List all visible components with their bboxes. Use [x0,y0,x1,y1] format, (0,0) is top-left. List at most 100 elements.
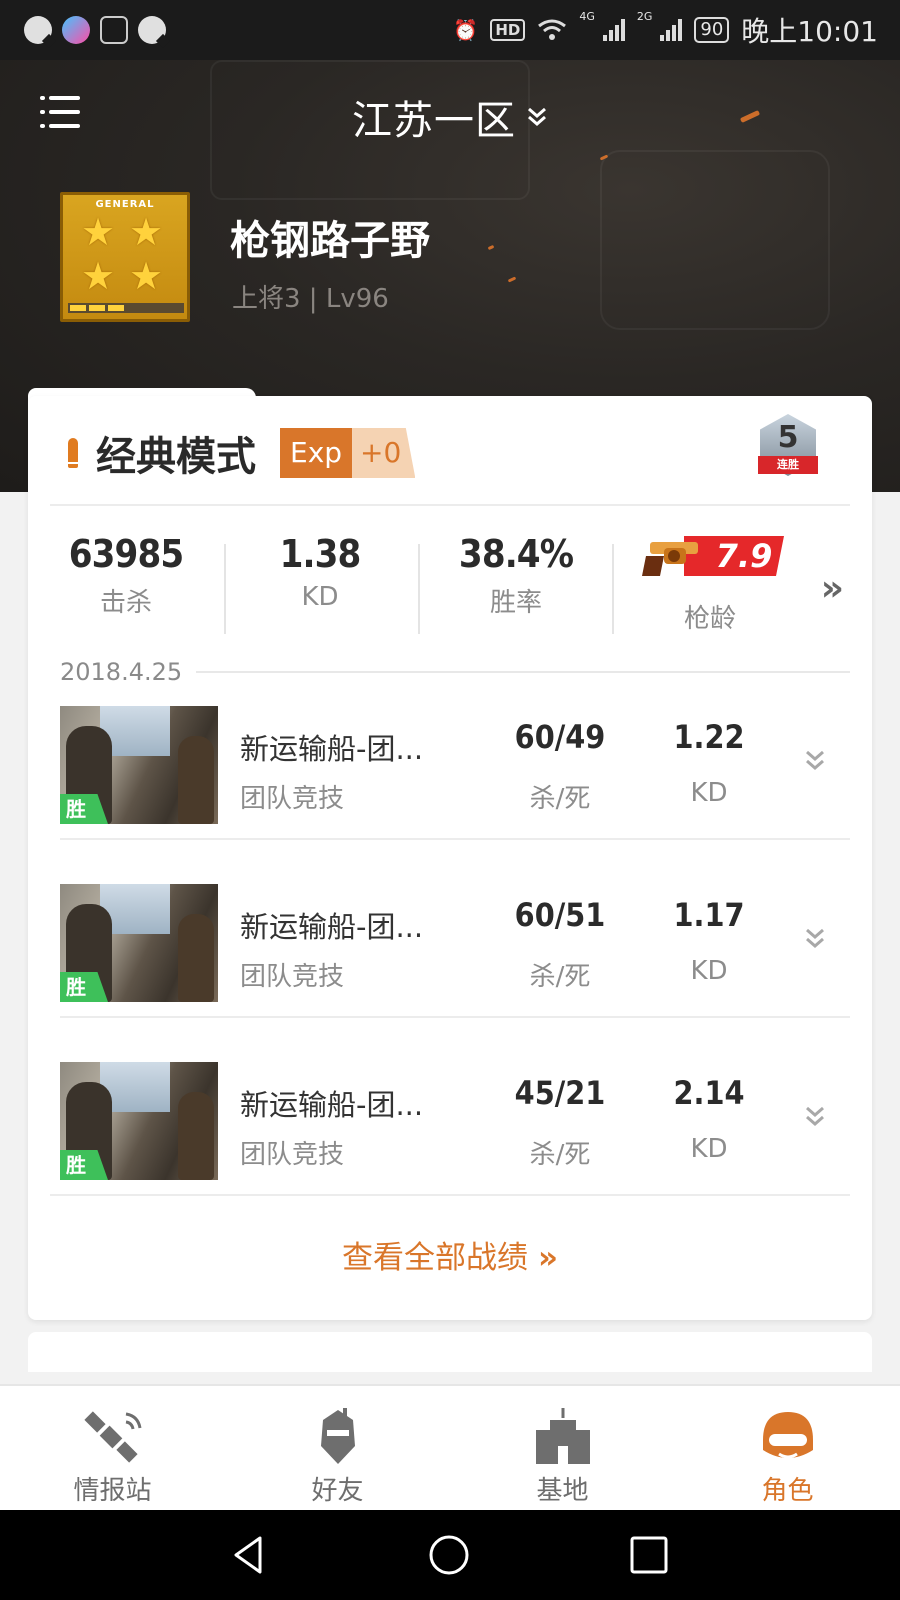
tiktok-app-icon [100,16,128,44]
helmet-icon [763,1412,813,1459]
spark-decoration [507,276,517,283]
rank-badge[interactable]: GENERAL ★ ★ ★ ★ [60,192,190,322]
nav-item-base[interactable]: 基地 [450,1386,675,1510]
background-decoration [600,150,830,330]
castle-icon [536,1408,590,1464]
match-mode: 团队竞技 [240,1140,345,1170]
wifi-icon [537,18,567,42]
stat-value: 1.38 [279,532,362,576]
date-separator: 2018.4.25 [60,658,850,686]
nav-item-friends[interactable]: 好友 [225,1386,450,1510]
rank-progress-bar [68,303,184,313]
chevron-down-icon[interactable] [800,926,830,956]
revolver-icon [642,542,698,576]
chevron-down-icon[interactable] [800,1104,830,1134]
match-kd-label: KD [690,956,728,986]
match-kills-deaths-label: 杀/死 [529,962,591,992]
match-row[interactable]: 胜 新运输船-团... 团队竞技 45/21 杀/死 2.14 KD [28,1062,872,1240]
match-kd-label: KD [690,1134,728,1164]
map-thumbnail: 胜 [60,1062,218,1180]
satellite-icon [84,1411,142,1463]
match-kills-deaths: 60/49 [514,718,606,756]
qq-app-icon [24,16,52,44]
status-bar: ⏰ HD 4G 2G 90 晚上10:01 [0,0,900,60]
chevron-down-icon [526,106,548,133]
match-kills-deaths: 45/21 [514,1074,606,1112]
video-app-icon [62,16,90,44]
stats-row[interactable]: 63985 击杀 1.38 KD 38.4% 胜率 7.9 枪龄 » [28,532,872,652]
match-kills-deaths-label: 杀/死 [529,1140,591,1170]
divider [60,838,850,840]
view-all-records-link[interactable]: 查看全部战绩» [28,1232,872,1277]
server-selector[interactable]: 江苏一区 [0,88,900,146]
server-name: 江苏一区 [352,98,516,144]
network-type-1: 4G [579,10,595,23]
nav-label: 角色 [761,1476,814,1506]
match-kd: 2.14 [673,1074,745,1112]
stat-win-rate: 38.4% 胜率 [418,532,614,619]
match-map: 新运输船-团... [240,732,424,766]
star-icon: ★ [129,210,164,254]
home-icon[interactable] [426,1532,472,1578]
match-mode: 团队竞技 [240,962,345,992]
soldier-icon [321,1408,355,1464]
divider [196,671,850,673]
match-row[interactable]: 胜 新运输船-团... 团队竞技 60/51 杀/死 1.17 KD [28,884,872,1062]
recents-icon[interactable] [626,1532,672,1578]
stat-kd: 1.38 KD [222,532,418,612]
star-icon: ★ [81,210,116,254]
spark-decoration [487,244,495,251]
match-mode: 团队竞技 [240,784,345,814]
streak-label: 连胜 [758,456,818,474]
notification-icons [24,16,166,44]
chevron-right-icon[interactable]: » [821,568,844,609]
map-thumbnail: 胜 [60,706,218,824]
player-name: 枪钢路子野 [230,218,430,264]
star-icon: ★ [81,254,116,298]
chevron-down-icon[interactable] [800,748,830,778]
next-card-peek [28,1332,872,1372]
match-map: 新运输船-团... [240,1088,424,1122]
streak-number: 5 [777,420,799,455]
match-map: 新运输船-团... [240,910,424,944]
nav-item-character[interactable]: 角色 [675,1386,900,1510]
nav-item-intel[interactable]: 情报站 [0,1386,225,1510]
match-kd-label: KD [690,778,728,808]
divider [50,1194,850,1196]
win-streak-badge[interactable]: 5 连胜 [746,406,830,496]
stat-value: 63985 [68,532,184,576]
system-indicators: ⏰ HD 4G 2G 90 晚上10:01 [453,10,878,50]
classic-mode-card: 经典模式 Exp +0 5 连胜 63985 击杀 1.38 KD 38.4% … [28,396,872,1320]
match-kills-deaths: 60/51 [514,896,606,934]
match-kd: 1.17 [673,896,745,934]
mode-title-row: 经典模式 Exp +0 [68,424,416,482]
exp-label: Exp [280,428,353,478]
star-icon: ★ [129,254,164,298]
gun-age-chip: 7.9 [640,534,784,580]
gun-age-label: 枪龄 [683,604,736,634]
match-row[interactable]: 胜 新运输船-团... 团队竞技 60/49 杀/死 1.22 KD [28,706,872,884]
battery-icon: 90 [694,17,730,43]
match-kills-deaths-label: 杀/死 [529,784,591,814]
map-thumbnail: 胜 [60,884,218,1002]
gun-age-value: 7.9 [715,537,773,575]
rank-badge-text: GENERAL [95,199,155,210]
nav-label: 基地 [536,1476,589,1506]
stat-label: KD [301,582,339,612]
bullet-icon [68,438,78,468]
back-icon[interactable] [226,1532,272,1578]
network-type-2: 2G [636,10,653,23]
nav-label: 好友 [311,1476,364,1506]
divider [60,1016,850,1018]
exp-badge: Exp +0 [280,428,416,478]
system-navigation-bar [0,1510,900,1600]
bottom-navigation: 情报站 好友 基地 角色 [0,1384,900,1510]
hd-icon: HD [490,19,526,41]
match-date: 2018.4.25 [60,658,183,686]
stat-divider [612,544,614,634]
signal-icon [602,19,625,41]
alarm-icon: ⏰ [453,18,479,42]
match-kd: 1.22 [673,718,745,756]
exp-value: +0 [352,428,416,478]
stat-kills: 63985 击杀 [28,532,224,619]
